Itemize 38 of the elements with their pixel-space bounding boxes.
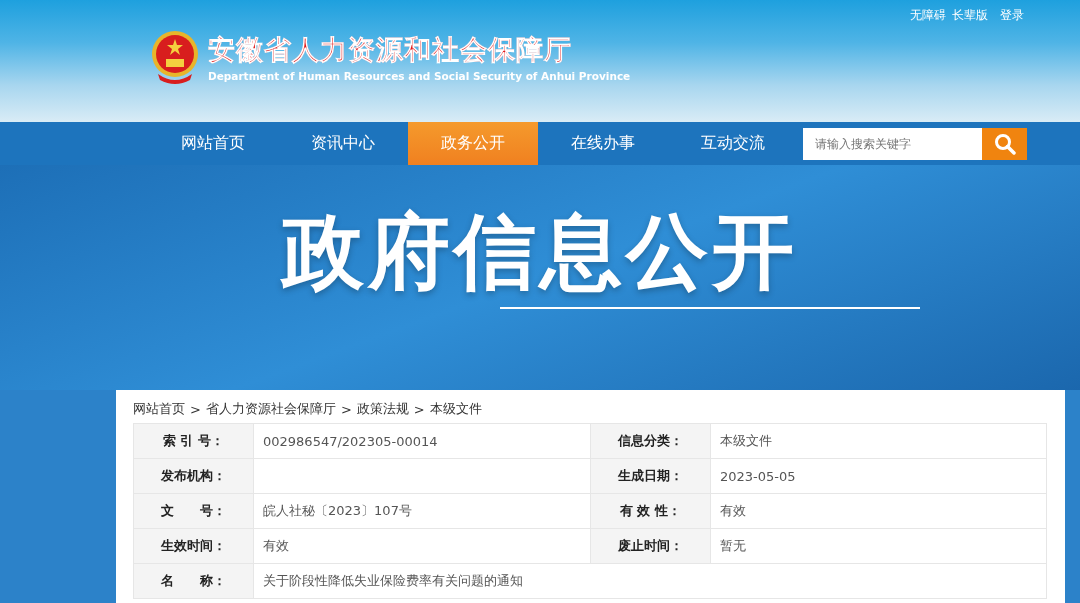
breadcrumb-separator: > [340, 401, 352, 417]
field-value: 暂无 [711, 529, 1047, 564]
field-label: 信息分类： [591, 424, 711, 459]
breadcrumb-separator: > [190, 401, 201, 417]
search-icon [993, 132, 1016, 155]
nav-tab[interactable]: 在线办事 [538, 122, 668, 165]
search-button[interactable] [982, 127, 1027, 160]
field-label: 文 号： [134, 494, 254, 529]
field-label: 有 效 性： [591, 494, 711, 529]
field-label: 发布机构： [134, 459, 254, 494]
field-value: 有效 [254, 529, 591, 564]
site-title: 安徽省人力资源和社会保障厅 [208, 33, 573, 67]
field-value: 皖人社秘〔2023〕107号 [254, 494, 591, 529]
emblem-icon [150, 30, 200, 84]
field-value: 2023-05-05 [711, 459, 1047, 494]
field-label: 生成日期： [591, 459, 711, 494]
search-field[interactable]: 请输入搜索关键字 [803, 127, 982, 160]
breadcrumb-link[interactable]: 省人力资源社会保障厅 [205, 400, 336, 418]
field-value: 本级文件 [711, 424, 1047, 459]
field-label: 名 称： [134, 564, 254, 599]
field-value: 关于阶段性降低失业保险费率有关问题的通知 [254, 564, 1047, 599]
field-value: 有效 [711, 494, 1047, 529]
field-label: 生效时间： [134, 529, 254, 564]
site-subtitle: Department of Human Resources and Social Security of Anhui Province [208, 70, 631, 82]
breadcrumb-link[interactable]: 本级文件 [429, 400, 482, 418]
field-value: 002986547/202305-00014 [254, 424, 591, 459]
nav-tab[interactable]: 网站首页 [148, 122, 278, 165]
nav-tab[interactable]: 资讯中心 [278, 122, 408, 165]
nav-tab[interactable]: 互动交流 [668, 122, 798, 165]
top-link[interactable]: 登录 [1000, 7, 1024, 24]
breadcrumb-link[interactable]: 网站首页 [133, 400, 185, 418]
top-link[interactable]: 无障碍 [910, 7, 946, 24]
breadcrumb-separator: > [413, 401, 425, 417]
top-link[interactable]: 长辈版 [952, 7, 988, 24]
field-label: 废止时间： [591, 529, 711, 564]
banner-title: 政府信息公开 [282, 203, 798, 301]
field-label: 索 引 号： [134, 424, 254, 459]
breadcrumb-link[interactable]: 政策法规 [356, 400, 409, 418]
